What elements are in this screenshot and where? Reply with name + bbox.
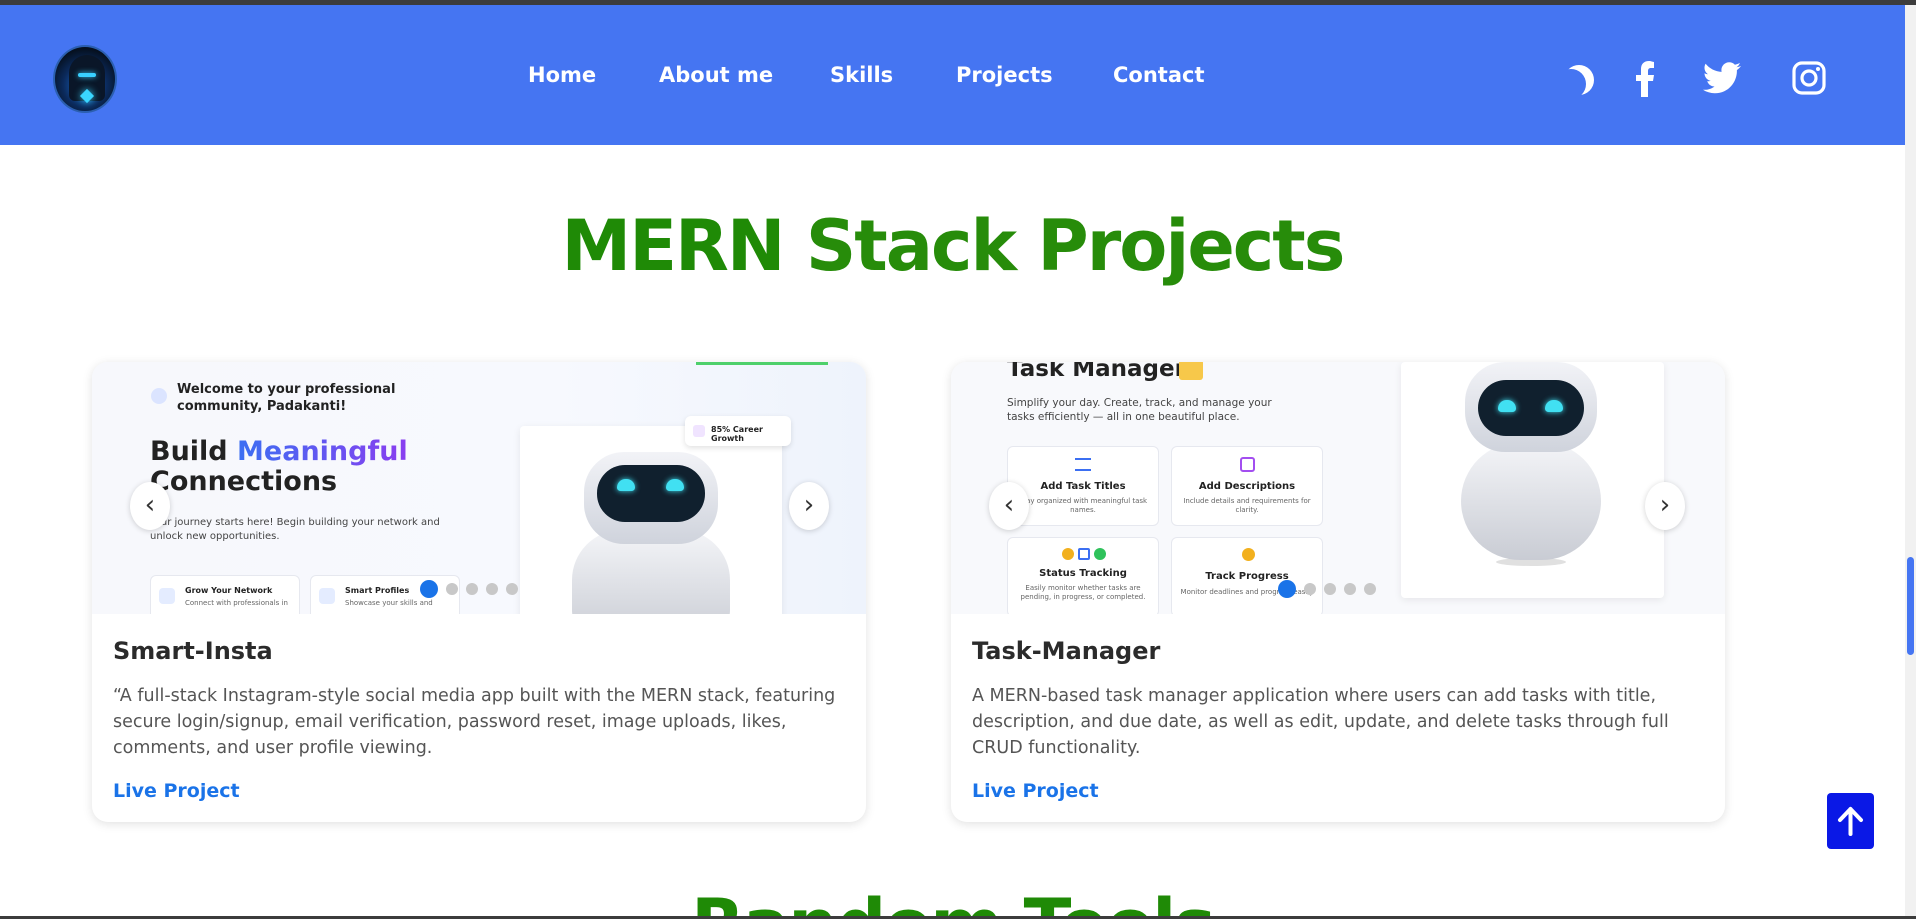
section-title: MERN Stack Projects xyxy=(0,205,1905,287)
preview-headline-1: Build xyxy=(150,436,228,467)
feature-card-status-tracking: Status Tracking Easily monitor whether t… xyxy=(1007,537,1159,614)
carousel-dot-3[interactable] xyxy=(466,583,478,595)
project-card-task-manager: Task Manager Simplify your day. Create, … xyxy=(951,362,1725,822)
nav-contact[interactable]: Contact xyxy=(1113,63,1205,87)
project-card-body: Smart-Insta “A full-stack Instagram-styl… xyxy=(113,637,853,802)
preview-headline-3: Connections xyxy=(150,466,338,497)
moon-icon[interactable] xyxy=(1556,69,1586,99)
project-preview-carousel: Welcome to your professional community, … xyxy=(92,362,866,614)
project-description: “A full-stack Instagram-style social med… xyxy=(113,686,836,758)
page-scrollbar-thumb[interactable] xyxy=(1907,557,1914,655)
carousel-prev-button[interactable]: ‹ xyxy=(130,482,170,530)
feature-3-desc: Easily monitor whether tasks are pending… xyxy=(1020,584,1146,601)
feature-card-task-titles: Add Task Titles Stay organized with mean… xyxy=(1007,446,1159,526)
project-title: Task-Manager xyxy=(972,637,1161,665)
feature-2-title: Add Descriptions xyxy=(1198,481,1296,492)
live-project-link[interactable]: Live Project xyxy=(972,780,1099,802)
feature-3-title: Status Tracking xyxy=(1039,568,1127,579)
feature-card-grow-network: Grow Your Network Connect with professio… xyxy=(150,575,300,614)
carousel-dot-2[interactable] xyxy=(1304,583,1316,595)
carousel-dot-2[interactable] xyxy=(446,583,458,595)
clock-icon xyxy=(1242,548,1255,561)
robot-visor xyxy=(1478,380,1584,436)
checklist-icon xyxy=(1075,458,1091,471)
preview-headline: Build Meaningful Connections xyxy=(150,437,408,497)
carousel-dot-4[interactable] xyxy=(1344,583,1356,595)
robot-left-eye xyxy=(1498,400,1516,412)
feature-1-title: Grow Your Network xyxy=(185,586,273,595)
project-card-smart-insta: Welcome to your professional community, … xyxy=(92,362,866,822)
linkedin-icon xyxy=(319,588,335,604)
preview-progress-line xyxy=(696,362,828,365)
edit-icon xyxy=(1240,457,1255,472)
carousel-dot-5[interactable] xyxy=(1364,583,1376,595)
feature-2-title: Smart Profiles xyxy=(345,586,410,595)
project-card-body: Task-Manager A MERN-based task manager a… xyxy=(972,637,1712,802)
career-growth-badge: 85% Career Growth xyxy=(685,416,791,446)
robot-visor xyxy=(597,465,705,522)
carousel-dot-3[interactable] xyxy=(1324,583,1336,595)
section-title-word-1: MERN xyxy=(561,205,786,287)
arrow-up-icon xyxy=(1838,807,1863,836)
chart-icon xyxy=(693,425,705,437)
nav-about-me[interactable]: About me xyxy=(659,63,773,87)
robot-left-eye xyxy=(617,479,635,491)
feature-2-desc: Showcase your skills and xyxy=(345,599,433,607)
carousel-dot-4[interactable] xyxy=(486,583,498,595)
handshake-icon xyxy=(151,388,167,404)
check-circle-icon xyxy=(1094,548,1106,560)
nav-home[interactable]: Home xyxy=(528,63,596,87)
site-logo[interactable] xyxy=(53,45,117,113)
robot-right-eye xyxy=(666,479,684,491)
feature-card-descriptions: Add Descriptions Include details and req… xyxy=(1171,446,1323,526)
nav-skills[interactable]: Skills xyxy=(830,63,893,87)
carousel-next-button[interactable]: › xyxy=(789,482,829,530)
navbar: Home About me Skills Projects Contact xyxy=(0,5,1905,145)
preview-subtext: Your journey starts here! Begin building… xyxy=(150,517,440,542)
live-project-link[interactable]: Live Project xyxy=(113,780,240,802)
project-description: A MERN-based task manager application wh… xyxy=(972,686,1669,758)
project-preview-carousel: Task Manager Simplify your day. Create, … xyxy=(951,362,1725,614)
feature-card-track-progress: Track Progress Monitor deadlines and pro… xyxy=(1171,537,1323,614)
back-to-top-button[interactable] xyxy=(1827,793,1874,849)
nav-projects[interactable]: Projects xyxy=(956,63,1053,87)
robot-body xyxy=(1461,442,1601,560)
twitter-icon[interactable] xyxy=(1703,61,1741,95)
next-section-title: Random Tools xyxy=(0,890,1905,919)
carousel-next-button[interactable]: › xyxy=(1645,482,1685,530)
facebook-icon[interactable] xyxy=(1633,61,1657,97)
carousel-dots xyxy=(1278,580,1376,598)
carousel-dots xyxy=(420,580,518,598)
logo-glowing-eyes xyxy=(78,73,96,77)
preview-welcome: Welcome to your professional community, … xyxy=(177,382,396,414)
project-title: Smart-Insta xyxy=(113,637,273,665)
carousel-dot-1[interactable] xyxy=(1278,580,1296,598)
preview-headline-2: Meaningful xyxy=(237,436,408,467)
feature-1-title: Add Task Titles xyxy=(1040,481,1126,492)
preview-subtext: Simplify your day. Create, track, and ma… xyxy=(1007,397,1272,423)
people-icon xyxy=(159,588,175,604)
carousel-prev-button[interactable]: ‹ xyxy=(989,482,1029,530)
preview-heading: Task Manager xyxy=(1007,362,1186,382)
clock-icon xyxy=(1062,548,1074,560)
section-title-word-2: Stack Projects xyxy=(805,205,1346,287)
feature-1-desc: Stay organized with meaningful task name… xyxy=(1018,497,1148,514)
robot-right-eye xyxy=(1545,400,1563,412)
edit-icon xyxy=(1078,548,1090,560)
feature-1-desc: Connect with professionals in xyxy=(185,599,288,607)
carousel-dot-1[interactable] xyxy=(420,580,438,598)
career-growth-text: 85% Career Growth xyxy=(711,425,763,443)
folder-icon xyxy=(1179,362,1203,380)
feature-2-desc: Include details and requirements for cla… xyxy=(1183,497,1311,514)
carousel-dot-5[interactable] xyxy=(506,583,518,595)
page-scrollbar[interactable] xyxy=(1905,5,1916,919)
instagram-icon[interactable] xyxy=(1792,61,1826,95)
